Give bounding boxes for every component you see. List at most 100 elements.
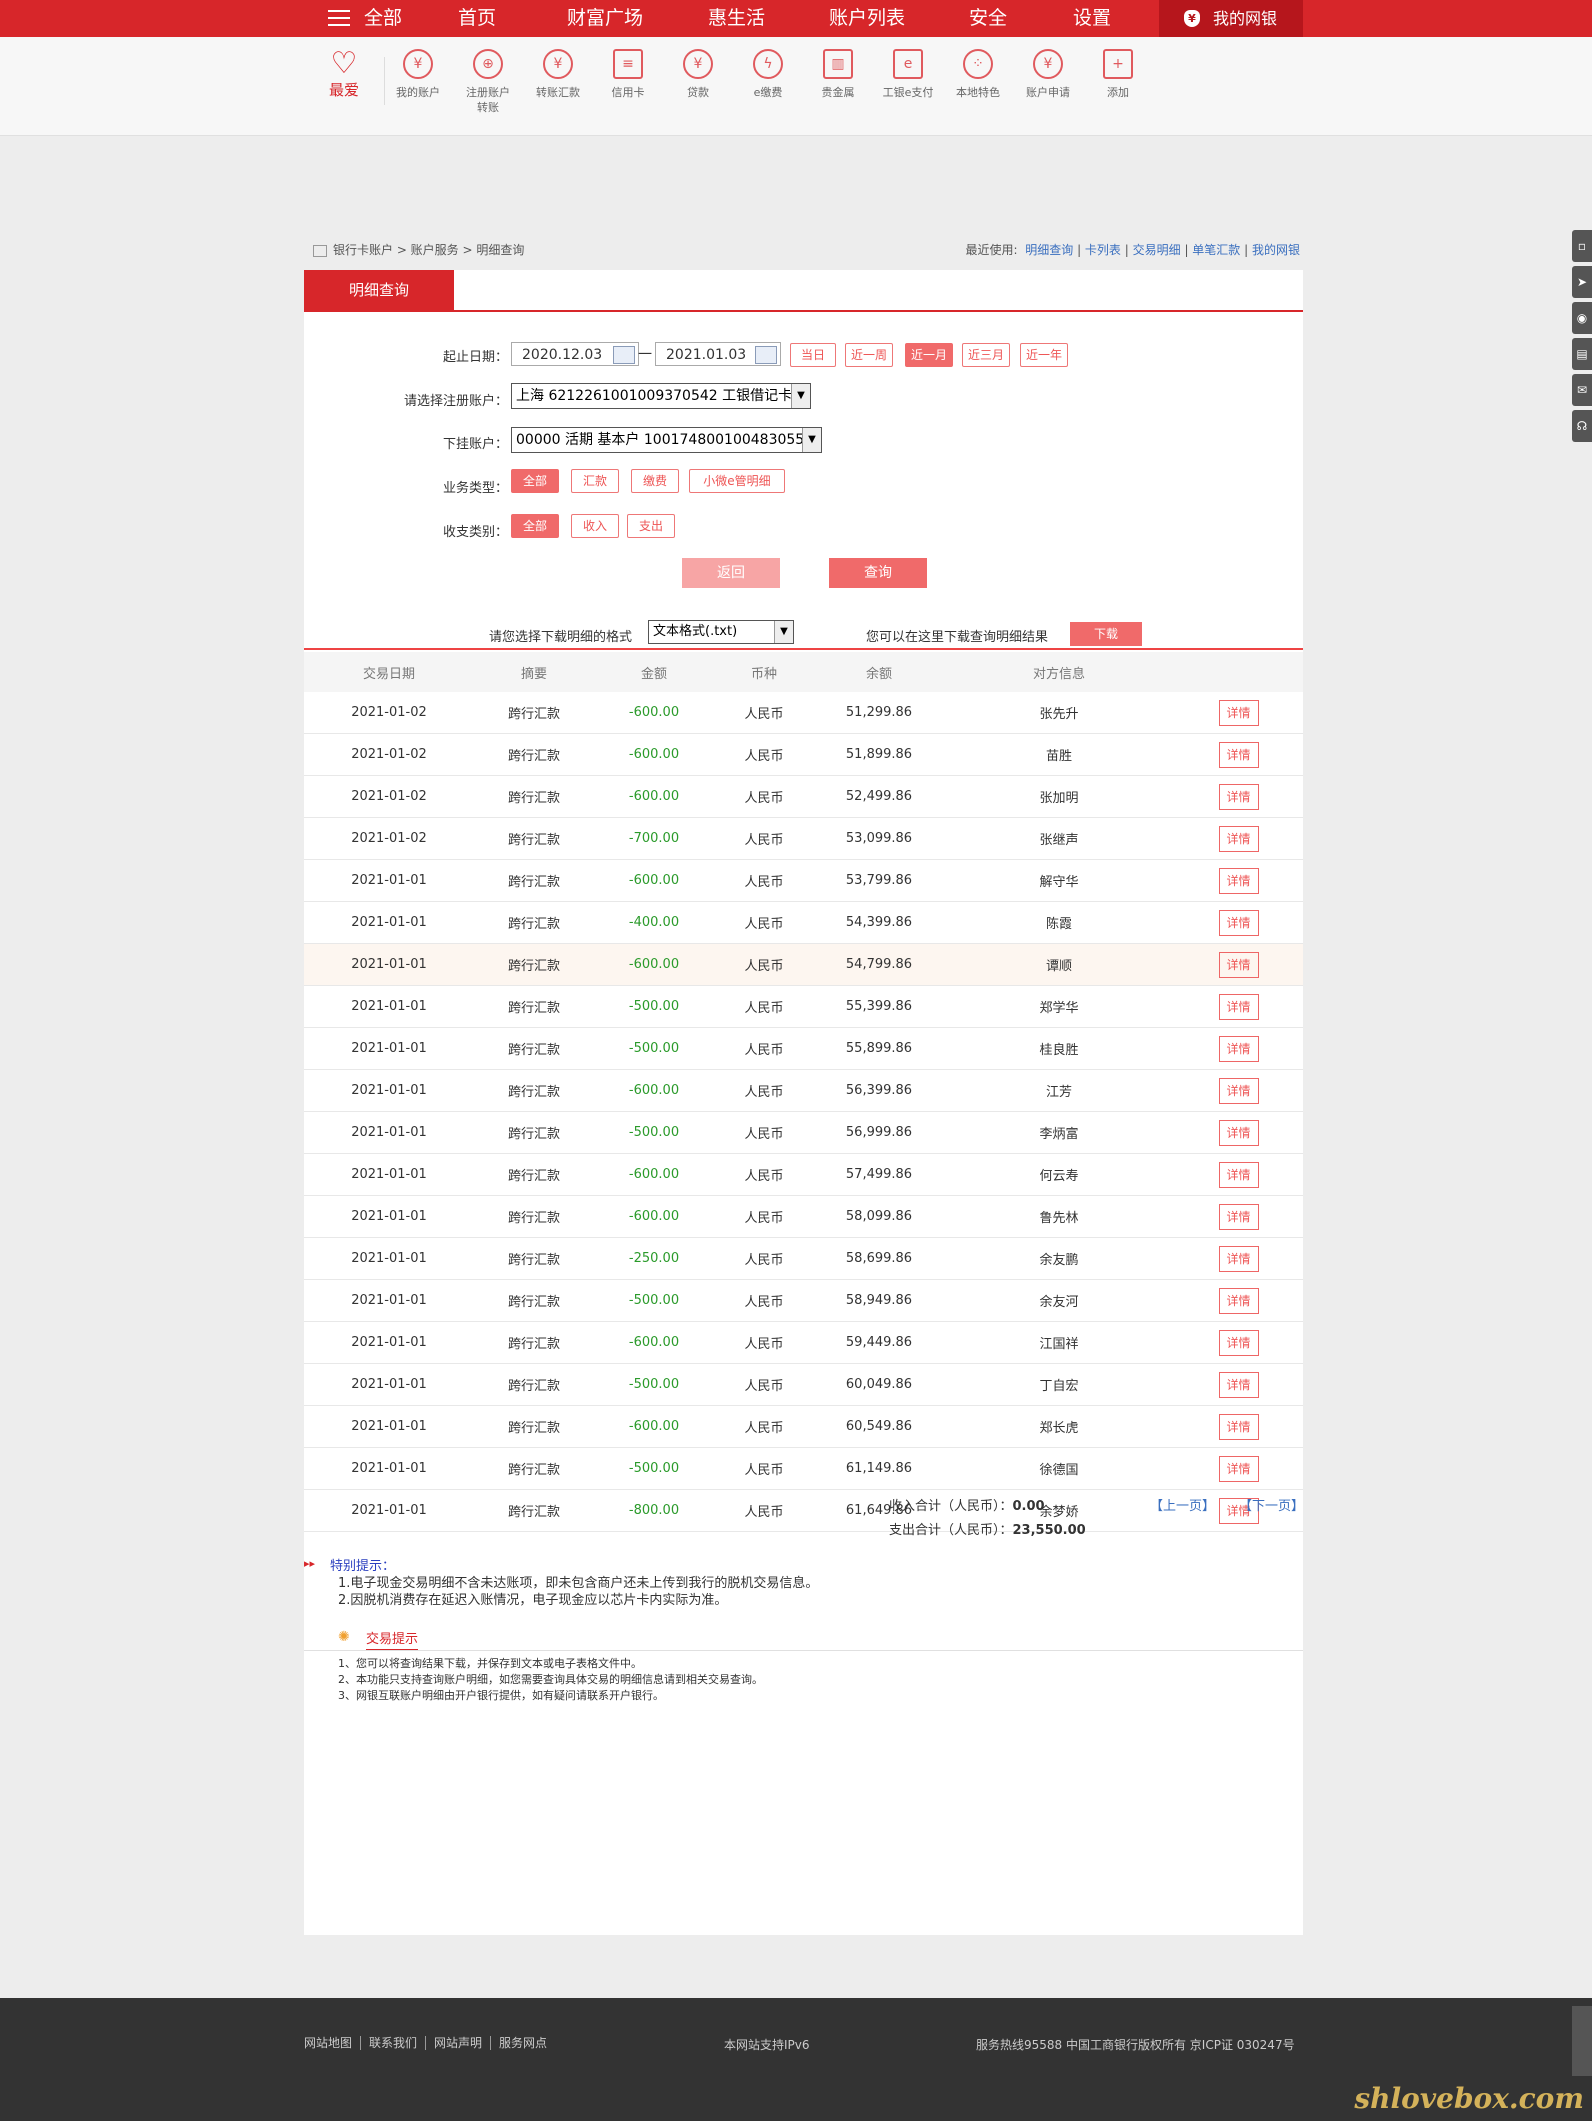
- shortcut-local[interactable]: ⁘ 本地特色: [943, 49, 1013, 100]
- my-ebank-button[interactable]: ¥ 我的网银: [1159, 0, 1303, 37]
- side-tool-mail-icon[interactable]: ✉: [1572, 374, 1592, 406]
- detail-button[interactable]: 详情: [1218, 1329, 1259, 1356]
- back-button[interactable]: 返回: [682, 558, 780, 588]
- io-all-button[interactable]: 全部: [511, 514, 559, 538]
- detail-button[interactable]: 详情: [1218, 867, 1259, 894]
- detail-button[interactable]: 详情: [1218, 1245, 1259, 1272]
- detail-button[interactable]: 详情: [1218, 1161, 1259, 1188]
- biz-all-button[interactable]: 全部: [511, 469, 559, 493]
- side-tool-plane-icon[interactable]: ➤: [1572, 266, 1592, 298]
- side-tool-headset-icon[interactable]: ☊: [1572, 410, 1592, 442]
- shortcut-icbc-epay[interactable]: e 工银e支付: [873, 49, 943, 100]
- recent-link[interactable]: 卡列表: [1085, 243, 1121, 257]
- shortcut-label: 贷款: [687, 86, 709, 99]
- detail-button[interactable]: 详情: [1218, 951, 1259, 978]
- prev-page-link[interactable]: 【上一页】: [1150, 1495, 1215, 1514]
- shortcut-registered-transfer[interactable]: ⊕ 注册账户 转账: [453, 49, 523, 115]
- footer-link[interactable]: 网站地图: [304, 2036, 362, 2050]
- detail-button[interactable]: 详情: [1218, 741, 1259, 768]
- menu-icon[interactable]: [328, 10, 350, 26]
- income-total-label: 收入合计（人民币）：: [889, 1499, 1013, 1514]
- account-select[interactable]: 上海 6212261001009370542 工银借记卡 ▼: [511, 383, 811, 409]
- biz-bills-button[interactable]: 缴费: [631, 469, 679, 493]
- recent-link[interactable]: 单笔汇款: [1192, 243, 1240, 257]
- end-date-input[interactable]: 2021.01.03: [655, 342, 781, 366]
- footer-link[interactable]: 网站声明: [426, 2036, 492, 2050]
- recent-link[interactable]: 交易明细: [1133, 243, 1181, 257]
- recent-link[interactable]: 明细查询: [1025, 243, 1073, 257]
- nav-life[interactable]: 惠生活: [708, 0, 765, 37]
- detail-button[interactable]: 详情: [1218, 993, 1259, 1020]
- side-tool-camera-icon[interactable]: ◉: [1572, 302, 1592, 334]
- nav-accounts[interactable]: 账户列表: [829, 0, 905, 37]
- nav-wealth[interactable]: 财富广场: [567, 0, 643, 37]
- detail-button[interactable]: 详情: [1218, 1287, 1259, 1314]
- detail-button[interactable]: 详情: [1218, 1455, 1259, 1482]
- cell-counterparty: 张加明: [944, 775, 1174, 818]
- query-button[interactable]: 查询: [829, 558, 927, 588]
- io-expense-button[interactable]: 支出: [627, 514, 675, 538]
- shortcut-favorites[interactable]: ♡ 最爱: [309, 49, 379, 98]
- shortcut-epay-bills[interactable]: ϟ e缴费: [733, 49, 803, 100]
- biz-remit-button[interactable]: 汇款: [571, 469, 619, 493]
- tab-row: 明细查询: [304, 270, 1303, 312]
- detail-button[interactable]: 详情: [1218, 1077, 1259, 1104]
- period-week-button[interactable]: 近一周: [845, 343, 893, 367]
- detail-button[interactable]: 详情: [1218, 783, 1259, 810]
- sub-account-select[interactable]: 00000 活期 基本户 1001748001004830552 ▼: [511, 427, 822, 453]
- home-icon[interactable]: [313, 244, 327, 257]
- cell-summary: 跨行汇款: [474, 985, 594, 1028]
- bulb-icon: ✺: [338, 1629, 350, 1645]
- download-format-select[interactable]: 文本格式(.txt) ▼: [648, 620, 794, 644]
- cell-currency: 人民币: [714, 1153, 814, 1196]
- io-income-button[interactable]: 收入: [571, 514, 619, 538]
- detail-button[interactable]: 详情: [1218, 699, 1259, 726]
- nav-settings[interactable]: 设置: [1073, 0, 1111, 37]
- detail-button[interactable]: 详情: [1218, 1119, 1259, 1146]
- detail-button[interactable]: 详情: [1218, 1035, 1259, 1062]
- period-today-button[interactable]: 当日: [790, 343, 836, 367]
- nav-security[interactable]: 安全: [969, 0, 1007, 37]
- shortcut-account-apply[interactable]: ¥ 账户申请: [1013, 49, 1083, 100]
- cell-counterparty: 何云寿: [944, 1153, 1174, 1196]
- cell-amount: -600.00: [594, 1195, 714, 1238]
- back-to-top-icon[interactable]: [1572, 2006, 1592, 2076]
- cell-summary: 跨行汇款: [474, 775, 594, 818]
- download-button[interactable]: 下载: [1070, 622, 1142, 646]
- shortcut-precious-metal[interactable]: ▥ 贵金属: [803, 49, 873, 100]
- period-year-button[interactable]: 近一年: [1020, 343, 1068, 367]
- calendar-icon[interactable]: [755, 346, 777, 364]
- detail-button[interactable]: 详情: [1218, 1203, 1259, 1230]
- cell-date: 2021-01-01: [304, 1279, 474, 1322]
- footer-link[interactable]: 联系我们: [361, 2036, 427, 2050]
- side-tool-trash-icon[interactable]: ▫: [1572, 230, 1592, 262]
- col-header-currency: 币种: [714, 652, 814, 692]
- biz-micro-button[interactable]: 小微e管明细: [689, 469, 785, 493]
- period-3month-button[interactable]: 近三月: [962, 343, 1010, 367]
- detail-button[interactable]: 详情: [1218, 825, 1259, 852]
- footer-link[interactable]: 服务网点: [491, 2036, 555, 2050]
- top-nav: 全部 首页 财富广场 惠生活 账户列表 安全 设置 ¥ 我的网银: [0, 0, 1592, 37]
- nav-home[interactable]: 首页: [458, 0, 496, 37]
- period-month-button[interactable]: 近一月: [905, 343, 953, 367]
- detail-button[interactable]: 详情: [1218, 909, 1259, 936]
- detail-button[interactable]: 详情: [1218, 1371, 1259, 1398]
- recent-link[interactable]: 我的网银: [1252, 243, 1300, 257]
- tab-detail-query[interactable]: 明细查询: [304, 270, 454, 310]
- shortcut-transfer[interactable]: ¥ 转账汇款: [523, 49, 593, 100]
- cell-balance: 58,699.86: [814, 1237, 944, 1280]
- col-header-balance: 余额: [814, 652, 944, 692]
- cell-currency: 人民币: [714, 1237, 814, 1280]
- shortcut-my-account[interactable]: ¥ 我的账户: [383, 49, 453, 100]
- nav-all[interactable]: 全部: [364, 0, 402, 37]
- shortcut-loan[interactable]: ¥ 贷款: [663, 49, 733, 100]
- shortcut-credit-card[interactable]: ≡ 信用卡: [593, 49, 663, 100]
- start-date-input[interactable]: 2020.12.03: [511, 342, 639, 366]
- shortcut-add[interactable]: + 添加: [1083, 49, 1153, 100]
- detail-button[interactable]: 详情: [1218, 1413, 1259, 1440]
- next-page-link[interactable]: 【下一页】: [1239, 1495, 1304, 1514]
- cell-summary: 跨行汇款: [474, 1027, 594, 1070]
- calendar-icon[interactable]: [613, 346, 635, 364]
- side-tool-calendar-icon[interactable]: ▤: [1572, 338, 1592, 370]
- lightning-icon: ϟ: [753, 49, 783, 79]
